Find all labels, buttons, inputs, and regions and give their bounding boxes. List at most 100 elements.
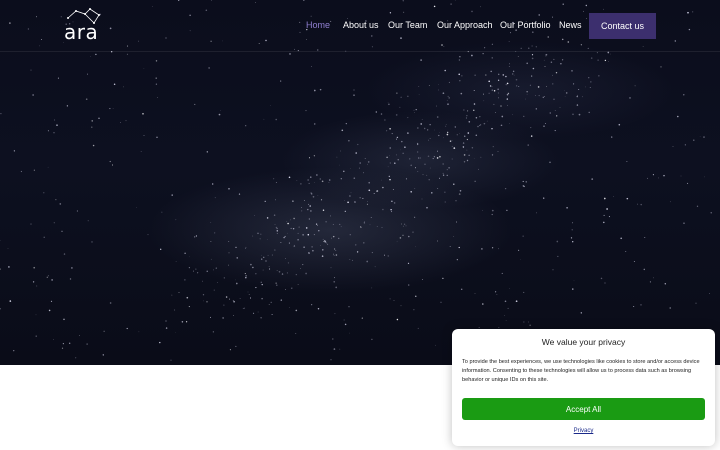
star <box>692 11 694 13</box>
star <box>408 235 410 238</box>
star <box>496 294 498 295</box>
star <box>580 44 582 46</box>
star <box>572 241 574 243</box>
star <box>561 38 564 41</box>
star <box>238 193 241 195</box>
star <box>400 37 402 39</box>
star <box>462 142 465 144</box>
site-logo[interactable]: ara <box>62 8 102 44</box>
star <box>442 172 444 174</box>
nav-news[interactable]: News <box>559 20 582 34</box>
star <box>300 268 301 269</box>
star <box>276 233 278 234</box>
star <box>362 172 364 174</box>
star <box>418 93 420 95</box>
star <box>445 125 447 127</box>
star <box>473 109 475 111</box>
star <box>212 331 214 333</box>
star <box>349 234 351 236</box>
star <box>321 180 324 183</box>
star <box>610 53 611 55</box>
star <box>680 175 682 177</box>
star <box>174 309 176 311</box>
star <box>536 212 537 214</box>
star <box>491 43 493 45</box>
nav-about-us[interactable]: About us <box>343 20 379 34</box>
star <box>389 12 392 14</box>
star <box>436 150 439 152</box>
star <box>363 242 365 244</box>
star <box>50 300 53 303</box>
star <box>325 221 327 223</box>
star <box>515 78 518 81</box>
star <box>443 46 445 47</box>
star <box>293 217 295 220</box>
star <box>456 259 458 261</box>
star <box>252 266 254 269</box>
star <box>410 191 412 193</box>
star <box>285 258 286 259</box>
star <box>603 214 605 216</box>
star <box>585 86 586 88</box>
star <box>325 242 328 244</box>
nav-our-approach[interactable]: Our Approach <box>437 20 493 34</box>
star <box>652 174 654 176</box>
star <box>0 240 1 241</box>
nav-our-team[interactable]: Our Team <box>388 20 427 34</box>
star <box>422 174 424 176</box>
star <box>170 359 172 361</box>
star <box>482 53 484 55</box>
star <box>424 163 426 165</box>
star <box>502 74 505 76</box>
star <box>625 250 627 253</box>
star <box>303 246 305 248</box>
star <box>374 266 376 268</box>
star <box>420 123 422 125</box>
star <box>429 167 431 169</box>
star <box>490 70 492 73</box>
star <box>467 132 470 134</box>
star <box>556 240 559 243</box>
star <box>687 182 689 184</box>
star <box>337 237 340 240</box>
star <box>313 89 316 92</box>
star <box>516 85 518 87</box>
star <box>61 230 63 232</box>
star <box>8 266 10 268</box>
star <box>233 315 234 316</box>
star <box>317 224 318 226</box>
star <box>475 134 478 136</box>
privacy-link[interactable]: Privacy <box>452 428 715 434</box>
star <box>389 162 391 164</box>
star <box>520 47 522 49</box>
star <box>0 112 2 115</box>
nav-home[interactable]: Home <box>306 20 330 34</box>
star <box>206 151 208 153</box>
star <box>552 269 554 271</box>
star <box>603 221 605 224</box>
star <box>480 156 482 158</box>
star <box>30 223 32 225</box>
star <box>126 45 129 47</box>
star <box>208 67 210 69</box>
star <box>330 20 332 22</box>
accept-all-button[interactable]: Accept All <box>462 398 705 420</box>
contact-us-button[interactable]: Contact us <box>589 13 656 39</box>
nav-our-portfolio[interactable]: Our Portfolio <box>500 20 551 34</box>
star <box>289 53 291 55</box>
star <box>250 263 252 266</box>
star <box>210 40 212 42</box>
star <box>87 220 89 222</box>
star <box>508 66 510 68</box>
star <box>189 14 191 16</box>
star <box>370 216 372 218</box>
star <box>210 316 211 318</box>
star <box>402 152 404 154</box>
star <box>302 264 304 266</box>
star <box>332 253 335 255</box>
star <box>369 224 371 226</box>
star <box>396 318 399 321</box>
star <box>458 193 461 195</box>
star <box>535 108 537 110</box>
star <box>554 130 556 132</box>
